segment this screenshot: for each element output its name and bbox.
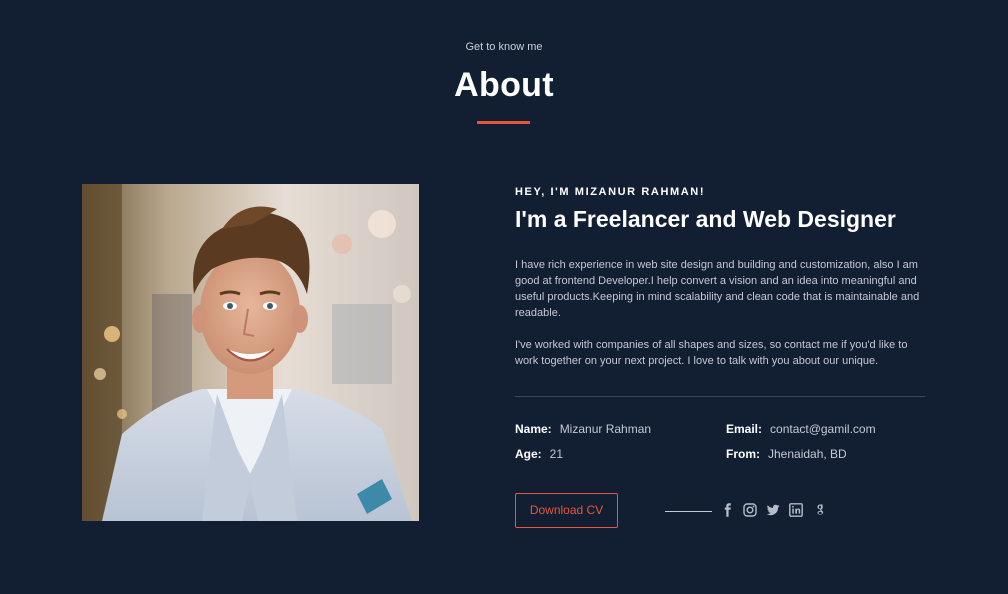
info-email-value: contact@gamil.com — [770, 422, 876, 436]
download-cv-button[interactable]: Download CV — [515, 493, 618, 528]
about-section: Get to know me About HEY, I'M MIZANUR RA… — [0, 0, 1008, 594]
social-divider-line — [665, 511, 712, 512]
info-age: Age: 21 — [515, 447, 563, 461]
info-from-value: Jhenaidah, BD — [768, 447, 847, 461]
info-age-label: Age: — [515, 447, 542, 461]
twitter-icon[interactable] — [766, 503, 780, 517]
linkedin-icon[interactable] — [789, 503, 803, 517]
headline: I'm a Freelancer and Web Designer — [515, 206, 896, 232]
info-from: From: Jhenaidah, BD — [726, 447, 847, 461]
info-email: Email: contact@gamil.com — [726, 422, 876, 436]
greeting-text: HEY, I'M MIZANUR RAHMAN! — [515, 186, 706, 198]
instagram-icon[interactable] — [743, 503, 757, 517]
google-icon[interactable] — [813, 503, 827, 517]
info-from-label: From: — [726, 447, 760, 461]
info-email-label: Email: — [726, 422, 763, 436]
info-name-value: Mizanur Rahman — [559, 422, 652, 436]
profile-photo — [82, 184, 419, 521]
about-paragraph-2: I've worked with companies of all shapes… — [515, 339, 908, 367]
title-underline — [477, 121, 530, 124]
section-eyebrow: Get to know me — [465, 41, 543, 53]
info-name-label: Name: — [515, 422, 552, 436]
divider — [515, 396, 925, 397]
info-age-value: 21 — [549, 447, 564, 461]
section-title: About — [454, 66, 554, 104]
info-name: Name: Mizanur Rahman — [515, 422, 651, 436]
facebook-icon[interactable] — [721, 503, 735, 517]
about-paragraph-1: I have rich experience in web site desig… — [515, 259, 920, 319]
